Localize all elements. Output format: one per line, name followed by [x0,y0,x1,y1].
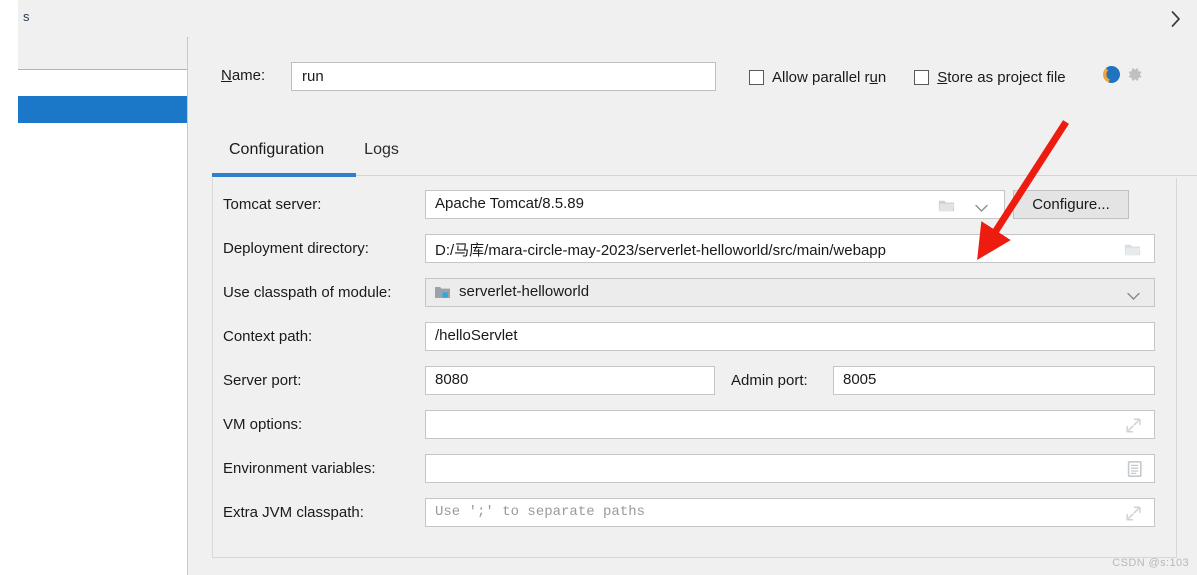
configuration-content-pane: Name: run Allow parallel run Store as pr… [189,37,1197,575]
admin-port-label: Admin port: [731,372,808,389]
name-row-checkboxes: Allow parallel run Store as project file [749,65,1066,89]
watermark: CSDN @s:103 [1112,557,1189,569]
browser-icon [1103,66,1120,83]
store-as-project-file-label: Store as project file [937,68,1066,86]
row-deployment-directory: Deployment directory: D:/马库/mara-circle-… [213,234,1176,265]
folder-icon[interactable] [1123,240,1142,259]
dialog-titlebar: s [18,0,1197,38]
tab-logs[interactable]: Logs [344,137,419,169]
row-extra-jvm-classpath: Extra JVM classpath: Use ';' to separate… [213,498,1176,529]
environment-variables-input[interactable] [425,454,1155,483]
tomcat-server-combo[interactable]: Apache Tomcat/8.5.89 [425,190,1005,219]
checkbox-box[interactable] [749,69,764,85]
folder-icon[interactable] [937,196,956,215]
configuration-form: Tomcat server: Apache Tomcat/8.5.89 Conf… [212,178,1177,558]
checkbox-box[interactable] [914,69,930,85]
configuration-tabs: Configuration Logs [209,137,1197,173]
row-tomcat-server: Tomcat server: Apache Tomcat/8.5.89 Conf… [213,190,1176,221]
admin-port-value: 8005 [843,371,877,388]
context-path-value: /helloServlet [435,327,518,344]
tomcat-server-value: Apache Tomcat/8.5.89 [435,195,584,212]
name-row: Name: run Allow parallel run Store as pr… [189,62,1197,92]
extra-jvm-classpath-label: Extra JVM classpath: [223,504,364,521]
context-path-label: Context path: [223,328,313,345]
window-left-edge [0,0,18,575]
use-classpath-module-label: Use classpath of module: [223,284,392,301]
module-icon [434,285,451,300]
row-use-classpath-module: Use classpath of module: serverlet-hello… [213,278,1176,309]
chevron-right-icon[interactable] [1163,6,1189,32]
row-context-path: Context path: /helloServlet [213,322,1176,353]
extra-jvm-classpath-input[interactable]: Use ';' to separate paths [425,498,1155,527]
environment-variables-label: Environment variables: [223,460,376,477]
expand-icon[interactable] [1125,505,1144,524]
module-value: serverlet-helloworld [459,283,590,300]
row-vm-options: VM options: [213,410,1176,441]
row-server-port: Server port: 8080 Admin port: 8005 [213,366,1176,397]
allow-parallel-run-label: Allow parallel run [772,68,887,86]
gear-icon[interactable] [1125,65,1144,84]
tomcat-server-label: Tomcat server: [223,196,322,213]
tree-item-selected[interactable] [18,96,187,123]
row-environment-variables: Environment variables: [213,454,1176,485]
tab-baseline [356,175,1197,176]
vm-options-input[interactable] [425,410,1155,439]
tree-toolbar[interactable] [18,37,187,70]
store-as-project-file-checkbox[interactable]: Store as project file [914,65,1066,89]
run-debug-configurations-dialog: s Name: run Allow parallel run Store as … [0,0,1197,575]
tab-active-underline [212,173,356,177]
name-row-icons [1103,65,1144,84]
list-icon[interactable] [1126,460,1145,479]
deployment-directory-value: D:/马库/mara-circle-may-2023/serverlet-hel… [435,242,886,259]
server-port-value: 8080 [435,371,469,388]
chevron-down-icon[interactable] [1127,288,1140,300]
titlebar-text-fragment: s [23,9,30,24]
tab-configuration[interactable]: Configuration [209,137,344,169]
server-port-label: Server port: [223,372,302,389]
deployment-directory-input[interactable]: D:/马库/mara-circle-may-2023/serverlet-hel… [425,234,1155,263]
vm-options-label: VM options: [223,416,303,433]
server-port-input[interactable]: 8080 [425,366,715,395]
extra-jvm-classpath-placeholder: Use ';' to separate paths [435,504,646,520]
configure-button[interactable]: Configure... [1013,190,1129,219]
module-combo[interactable]: serverlet-helloworld [425,278,1155,307]
expand-icon[interactable] [1125,417,1144,436]
context-path-input[interactable]: /helloServlet [425,322,1155,351]
configurations-tree-panel[interactable] [18,37,188,575]
admin-port-input[interactable]: 8005 [833,366,1155,395]
chevron-down-icon[interactable] [975,200,988,212]
name-input[interactable]: run [291,62,716,91]
deployment-directory-label: Deployment directory: [223,240,369,257]
name-label: Name: [221,67,266,84]
allow-parallel-run-checkbox[interactable]: Allow parallel run [749,65,886,89]
